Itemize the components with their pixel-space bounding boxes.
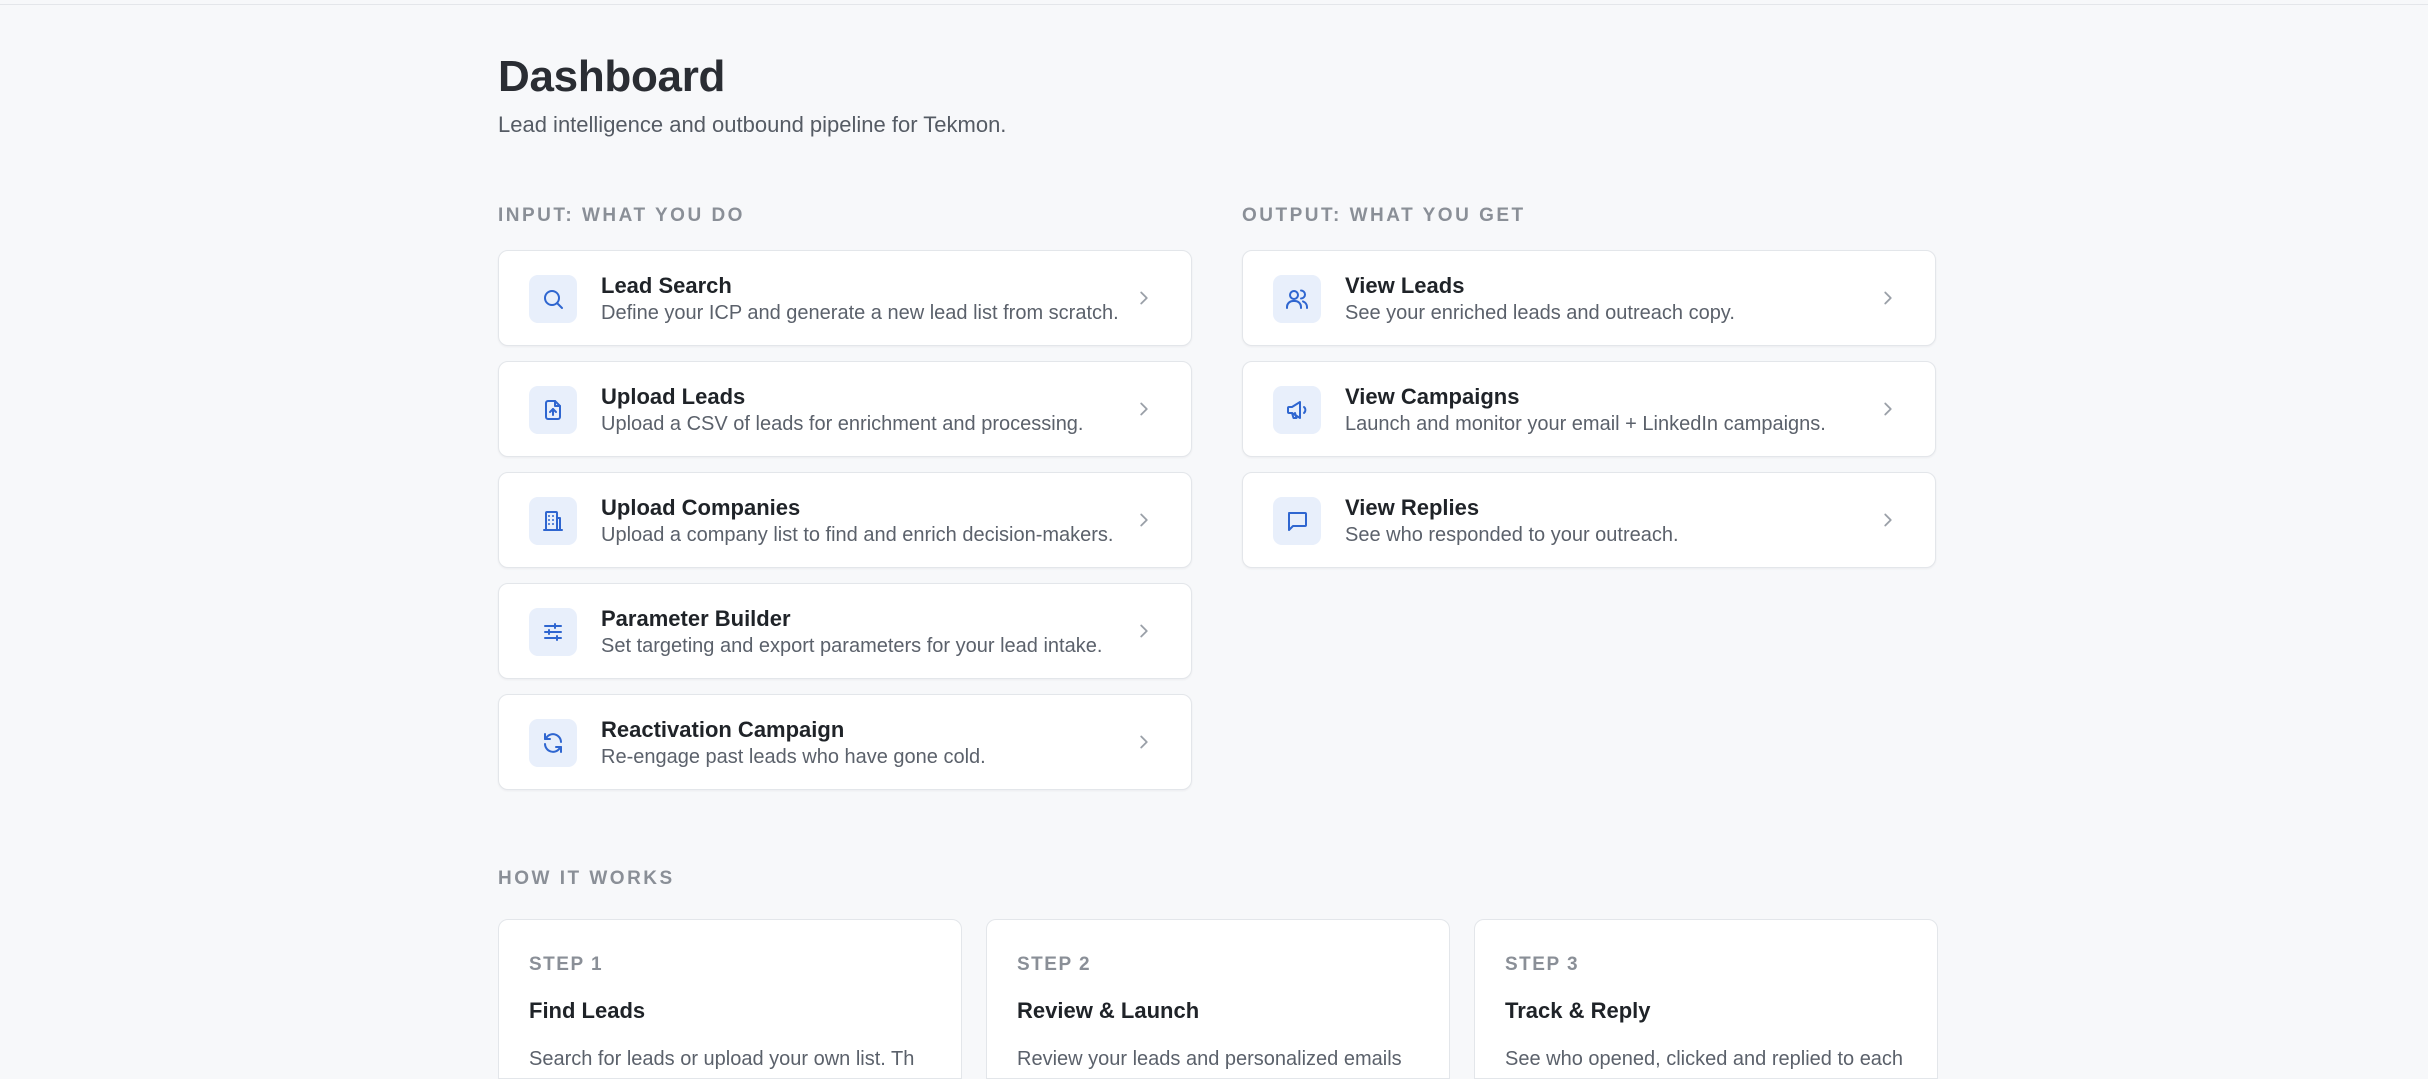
card-title: View Leads <box>1345 273 1465 298</box>
step-card-find-leads: STEP 1 Find Leads Search for leads or up… <box>498 919 962 1079</box>
step-title: Track & Reply <box>1505 998 1651 1023</box>
chevron-right-icon <box>1140 402 1148 416</box>
page-subtitle: Lead intelligence and outbound pipeline … <box>498 112 1007 137</box>
view-replies-card[interactable]: View Replies See who responded to your o… <box>1242 472 1936 568</box>
card-description: See who responded to your outreach. <box>1345 524 1679 546</box>
step-card-review-launch: STEP 2 Review & Launch Review your leads… <box>986 919 1450 1079</box>
step-title: Review & Launch <box>1017 998 1200 1023</box>
view-campaigns-card[interactable]: View Campaigns Launch and monitor your e… <box>1242 361 1936 457</box>
card-title: View Campaigns <box>1345 384 1520 409</box>
step-description: Search for leads or upload your own list… <box>529 1048 915 1070</box>
card-description: Re-engage past leads who have gone cold. <box>601 746 986 768</box>
card-title: Upload Leads <box>601 384 746 409</box>
message-icon <box>1273 497 1321 545</box>
lead-search-card[interactable]: Lead Search Define your ICP and generate… <box>498 250 1192 346</box>
card-description: Upload a company list to find and enrich… <box>601 524 1114 546</box>
chevron-right-icon <box>1140 291 1148 305</box>
file-upload-icon <box>529 386 577 434</box>
card-description: Set targeting and export parameters for … <box>601 635 1103 657</box>
step-description: Review your leads and personalized email… <box>1017 1048 1402 1070</box>
view-leads-card[interactable]: View Leads See your enriched leads and o… <box>1242 250 1936 346</box>
step-title: Find Leads <box>529 998 646 1023</box>
sliders-icon <box>529 608 577 656</box>
upload-leads-card[interactable]: Upload Leads Upload a CSV of leads for e… <box>498 361 1192 457</box>
page-title: Dashboard <box>498 52 726 101</box>
step-number: STEP 1 <box>529 954 604 975</box>
card-description: Launch and monitor your email + LinkedIn… <box>1345 413 1826 435</box>
chevron-right-icon <box>1140 624 1148 638</box>
card-title: View Replies <box>1345 495 1480 520</box>
card-description: Define your ICP and generate a new lead … <box>601 302 1119 324</box>
search-icon <box>529 275 577 323</box>
upload-companies-card[interactable]: Upload Companies Upload a company list t… <box>498 472 1192 568</box>
output-section-label: OUTPUT: WHAT YOU GET <box>1242 205 1526 226</box>
megaphone-icon <box>1273 386 1321 434</box>
input-section-label: INPUT: WHAT YOU DO <box>498 205 745 226</box>
top-divider <box>0 4 2428 5</box>
card-title: Reactivation Campaign <box>601 717 845 742</box>
card-title: Lead Search <box>601 273 732 298</box>
card-description: See your enriched leads and outreach cop… <box>1345 302 1735 324</box>
building-icon <box>529 497 577 545</box>
how-it-works-label: HOW IT WORKS <box>498 868 675 889</box>
card-title: Parameter Builder <box>601 606 791 631</box>
refresh-icon <box>529 719 577 767</box>
step-number: STEP 2 <box>1017 954 1092 975</box>
parameter-builder-card[interactable]: Parameter Builder Set targeting and expo… <box>498 583 1192 679</box>
chevron-right-icon <box>1140 513 1148 527</box>
step-card-track-reply: STEP 3 Track & Reply See who opened, cli… <box>1474 919 1938 1079</box>
chevron-right-icon <box>1140 735 1148 749</box>
step-number: STEP 3 <box>1505 954 1580 975</box>
card-description: Upload a CSV of leads for enrichment and… <box>601 413 1084 435</box>
users-icon <box>1273 275 1321 323</box>
reactivation-campaign-card[interactable]: Reactivation Campaign Re-engage past lea… <box>498 694 1192 790</box>
chevron-right-icon <box>1884 291 1892 305</box>
chevron-right-icon <box>1884 402 1892 416</box>
step-description: See who opened, clicked and replied to e… <box>1505 1048 1904 1070</box>
chevron-right-icon <box>1884 513 1892 527</box>
card-title: Upload Companies <box>601 495 801 520</box>
